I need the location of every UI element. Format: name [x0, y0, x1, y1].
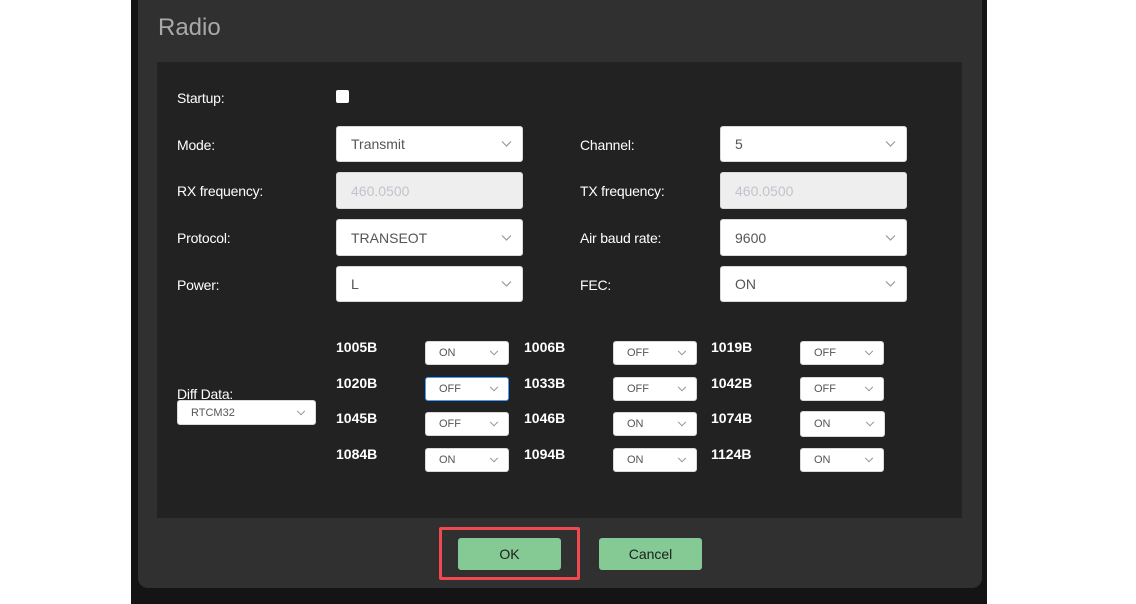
- message-value: OFF: [814, 383, 836, 395]
- message-code: 1084B: [336, 446, 378, 462]
- message-select[interactable]: OFF: [613, 377, 697, 401]
- diff-data-format-value: RTCM32: [191, 406, 235, 419]
- air-baud-rate-value: 9600: [735, 229, 767, 246]
- message-value: ON: [439, 454, 456, 466]
- message-value: OFF: [439, 418, 461, 430]
- message-select[interactable]: ON: [800, 448, 884, 472]
- mode-value: Transmit: [351, 136, 405, 152]
- message-select[interactable]: ON: [425, 448, 509, 472]
- message-code: 1020B: [336, 375, 378, 391]
- fec-label: FEC:: [580, 277, 612, 293]
- message-value: ON: [814, 454, 831, 466]
- mode-select[interactable]: Transmit: [336, 126, 523, 162]
- cancel-button[interactable]: Cancel: [599, 538, 702, 570]
- message-select[interactable]: OFF: [800, 341, 884, 365]
- message-value: ON: [814, 418, 831, 430]
- message-select[interactable]: OFF: [613, 341, 697, 365]
- air-baud-rate-select[interactable]: 9600: [720, 219, 907, 256]
- startup-checkbox[interactable]: [336, 90, 349, 103]
- ok-button[interactable]: OK: [458, 538, 561, 570]
- chevron-down-icon: [489, 421, 499, 427]
- tx-frequency-input: 460.0500: [720, 172, 907, 209]
- power-value: L: [351, 276, 359, 292]
- message-value: ON: [627, 454, 644, 466]
- message-value: OFF: [439, 383, 461, 395]
- chevron-down-icon: [885, 234, 896, 241]
- chevron-down-icon: [677, 350, 687, 356]
- message-code: 1094B: [524, 446, 566, 462]
- message-value: OFF: [627, 347, 649, 359]
- message-code: 1006B: [524, 339, 566, 355]
- message-select[interactable]: ON: [613, 412, 697, 436]
- chevron-down-icon: [501, 234, 512, 241]
- chevron-down-icon: [501, 141, 512, 147]
- air-baud-rate-label: Air baud rate:: [580, 230, 662, 246]
- chevron-down-icon: [489, 386, 499, 392]
- chevron-down-icon: [677, 457, 687, 463]
- chevron-down-icon: [296, 409, 306, 415]
- chevron-down-icon: [489, 350, 499, 356]
- protocol-select[interactable]: TRANSEOT: [336, 219, 523, 256]
- message-value: ON: [439, 347, 456, 359]
- tx-frequency-value: 460.0500: [735, 182, 794, 199]
- rx-frequency-value: 460.0500: [351, 182, 410, 199]
- message-code: 1033B: [524, 375, 566, 391]
- message-code: 1005B: [336, 339, 378, 355]
- mode-label: Mode:: [177, 137, 215, 153]
- channel-select[interactable]: 5: [720, 126, 907, 162]
- chevron-down-icon: [885, 281, 896, 287]
- chevron-down-icon: [489, 457, 499, 463]
- chevron-down-icon: [864, 350, 874, 356]
- fec-value: ON: [735, 276, 756, 292]
- message-code: 1046B: [524, 410, 566, 426]
- channel-value: 5: [735, 136, 743, 152]
- power-select[interactable]: L: [336, 266, 523, 302]
- message-code: 1019B: [711, 339, 753, 355]
- message-code: 1074B: [711, 410, 753, 426]
- startup-label: Startup:: [177, 90, 225, 106]
- message-select[interactable]: OFF: [425, 377, 509, 401]
- chevron-down-icon: [501, 281, 512, 287]
- chevron-down-icon: [865, 421, 875, 427]
- rx-frequency-label: RX frequency:: [177, 183, 264, 199]
- message-value: OFF: [627, 383, 649, 395]
- message-select[interactable]: OFF: [800, 377, 884, 401]
- channel-label: Channel:: [580, 137, 635, 153]
- chevron-down-icon: [864, 386, 874, 392]
- chevron-down-icon: [885, 141, 896, 147]
- rx-frequency-input: 460.0500: [336, 172, 523, 209]
- fec-select[interactable]: ON: [720, 266, 907, 302]
- message-select[interactable]: ON: [613, 448, 697, 472]
- chevron-down-icon: [677, 386, 687, 392]
- chevron-down-icon: [864, 457, 874, 463]
- message-select[interactable]: ON: [800, 411, 885, 437]
- chevron-down-icon: [677, 421, 687, 427]
- message-code: 1045B: [336, 410, 378, 426]
- power-label: Power:: [177, 277, 220, 293]
- protocol-label: Protocol:: [177, 230, 231, 246]
- diff-data-format-select[interactable]: RTCM32: [177, 400, 316, 425]
- protocol-value: TRANSEOT: [351, 229, 428, 246]
- message-code: 1124B: [711, 446, 752, 462]
- message-value: OFF: [814, 347, 836, 359]
- message-code: 1042B: [711, 375, 753, 391]
- message-select[interactable]: OFF: [425, 412, 509, 436]
- tx-frequency-label: TX frequency:: [580, 183, 665, 199]
- message-value: ON: [627, 418, 644, 430]
- message-select[interactable]: ON: [425, 341, 509, 365]
- dialog-title: Radio: [158, 14, 221, 41]
